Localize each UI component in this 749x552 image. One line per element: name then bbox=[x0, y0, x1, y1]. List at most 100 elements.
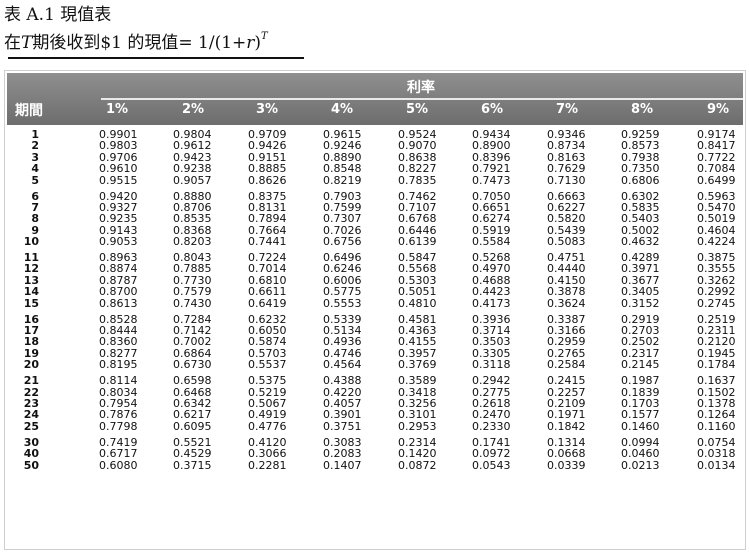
value-cell: 0.7350 bbox=[621, 162, 660, 176]
subtitle-middle: 期後收到$1 的現值= 1/(1+ bbox=[32, 33, 247, 53]
table-row: 50 0.6080 0.3715 0.2281 0.1407 0.0872 0.0543 0.… bbox=[7, 458, 743, 472]
value-cell: 0.2584 bbox=[547, 358, 586, 372]
value-cell: 0.3751 bbox=[323, 419, 362, 433]
value-cell: 0.2953 bbox=[398, 419, 437, 433]
value-cell: 0.7473 bbox=[472, 173, 511, 187]
table-row: 10 0.9053 0.8203 0.7441 0.6756 0.6139 0.5584 0.… bbox=[7, 235, 743, 249]
table-row: 40 0.6717 0.4529 0.3066 0.2083 0.1420 0.0972 0.… bbox=[7, 447, 743, 461]
value-cell: 0.0318 bbox=[697, 447, 736, 461]
table-caption: 表 A.1 現值表 在T期後收到$1 的現值= 1/(1+r)T bbox=[4, 4, 268, 54]
value-cell: 0.8548 bbox=[323, 162, 362, 176]
period-cell: 50 bbox=[23, 458, 39, 472]
period-cell: 4 bbox=[31, 162, 39, 176]
value-cell: 0.9238 bbox=[173, 162, 212, 176]
value-cell: 0.6611 bbox=[248, 285, 287, 299]
value-cell: 0.4529 bbox=[173, 447, 212, 461]
value-cell: 0.4810 bbox=[398, 296, 437, 310]
value-cell: 0.7921 bbox=[472, 162, 511, 176]
value-cell: 0.8219 bbox=[323, 173, 362, 187]
value-cell: 0.6419 bbox=[248, 296, 287, 310]
value-cell: 0.4173 bbox=[472, 296, 511, 310]
period-cell: 21 bbox=[23, 374, 39, 388]
value-cell: 0.3715 bbox=[173, 458, 212, 472]
value-cell: 0.0543 bbox=[472, 458, 511, 472]
value-cell: 0.0972 bbox=[472, 447, 511, 461]
rate-header-5: 5% bbox=[405, 102, 429, 117]
rate-header-2: 2% bbox=[181, 102, 205, 117]
value-cell: 0.8885 bbox=[248, 162, 287, 176]
value-cell: 0.3589 bbox=[398, 374, 437, 388]
value-cell: 0.4423 bbox=[472, 285, 511, 299]
value-cell: 0.8114 bbox=[99, 374, 138, 388]
value-cell: 0.5775 bbox=[323, 285, 362, 299]
table-title: 表 A.1 現值表 bbox=[4, 5, 112, 25]
value-cell: 0.7084 bbox=[697, 162, 736, 176]
table-header: 利率 期間 1% 2% 3% 4% 5% 6% 7% 8% 9% bbox=[7, 73, 743, 125]
period-cell: 20 bbox=[23, 358, 39, 372]
value-cell: 0.1784 bbox=[697, 358, 736, 372]
rate-header-1: 1% bbox=[105, 102, 129, 117]
value-cell: 0.4224 bbox=[697, 235, 736, 249]
value-cell: 0.5537 bbox=[248, 358, 287, 372]
value-cell: 0.9515 bbox=[99, 173, 138, 187]
value-cell: 0.0213 bbox=[621, 458, 660, 472]
value-cell: 0.3769 bbox=[398, 358, 437, 372]
table-row: 20 0.8195 0.6730 0.5537 0.4564 0.3769 0.3118 0.… bbox=[7, 358, 743, 372]
value-cell: 0.0872 bbox=[398, 458, 437, 472]
period-label: 期間 bbox=[15, 103, 43, 119]
value-cell: 0.2992 bbox=[697, 285, 736, 299]
value-cell: 0.6080 bbox=[99, 458, 138, 472]
value-cell: 0.9053 bbox=[99, 235, 138, 249]
period-cell: 14 bbox=[23, 285, 39, 299]
value-cell: 0.7835 bbox=[398, 173, 437, 187]
rate-header-4: 4% bbox=[330, 102, 354, 117]
value-cell: 0.1842 bbox=[547, 419, 586, 433]
table-body: 1 0.9901 0.9804 0.9709 0.9615 0.9524 0.9434 0.9… bbox=[7, 129, 743, 471]
rate-header-6: 6% bbox=[480, 102, 504, 117]
value-cell: 0.8203 bbox=[173, 235, 212, 249]
value-cell: 0.1160 bbox=[697, 419, 736, 433]
value-cell: 0.8195 bbox=[99, 358, 138, 372]
period-cell: 40 bbox=[23, 447, 39, 461]
period-cell: 10 bbox=[23, 235, 39, 249]
table-row: 14 0.8700 0.7579 0.6611 0.5775 0.5051 0.4423 0.… bbox=[7, 285, 743, 299]
value-cell: 0.5584 bbox=[472, 235, 511, 249]
value-cell: 0.4388 bbox=[323, 374, 362, 388]
header-divider bbox=[101, 98, 743, 100]
value-cell: 0.1460 bbox=[621, 419, 660, 433]
value-cell: 0.7629 bbox=[547, 162, 586, 176]
value-cell: 0.3405 bbox=[621, 285, 660, 299]
value-cell: 0.1407 bbox=[323, 458, 362, 472]
value-cell: 0.7798 bbox=[99, 419, 138, 433]
caption-underline bbox=[8, 57, 304, 59]
value-cell: 0.2083 bbox=[323, 447, 362, 461]
value-cell: 0.6598 bbox=[173, 374, 212, 388]
value-cell: 0.5553 bbox=[323, 296, 362, 310]
value-cell: 0.6756 bbox=[323, 235, 362, 249]
value-cell: 0.5051 bbox=[398, 285, 437, 299]
rate-header-3: 3% bbox=[255, 102, 279, 117]
value-cell: 0.2145 bbox=[621, 358, 660, 372]
period-cell: 15 bbox=[23, 296, 39, 310]
value-cell: 0.3118 bbox=[472, 358, 511, 372]
table-row: 8 0.9235 0.8535 0.7894 0.7307 0.6768 0.6274 0.5… bbox=[7, 213, 743, 225]
value-cell: 0.3066 bbox=[248, 447, 287, 461]
value-cell: 0.9610 bbox=[99, 162, 138, 176]
value-cell: 0.0339 bbox=[547, 458, 586, 472]
period-cell: 25 bbox=[23, 419, 39, 433]
table-row: 25 0.7798 0.6095 0.4776 0.3751 0.2953 0.2330 0.… bbox=[7, 419, 743, 433]
value-cell: 0.2942 bbox=[472, 374, 511, 388]
value-cell: 0.7430 bbox=[173, 296, 212, 310]
table-row: 5 0.9515 0.9057 0.8626 0.8219 0.7835 0.7473 0.7… bbox=[7, 173, 743, 187]
value-cell: 0.6806 bbox=[621, 173, 660, 187]
value-cell: 0.4776 bbox=[248, 419, 287, 433]
value-cell: 0.6139 bbox=[398, 235, 437, 249]
table-row: 21 0.8114 0.6598 0.5375 0.4388 0.3589 0.2942 0.… bbox=[7, 374, 743, 388]
period-cell: 5 bbox=[31, 173, 39, 187]
value-cell: 0.8227 bbox=[398, 162, 437, 176]
value-cell: 0.6717 bbox=[99, 447, 138, 461]
value-cell: 0.2415 bbox=[547, 374, 586, 388]
value-cell: 0.1637 bbox=[697, 374, 736, 388]
table-row: 15 0.8613 0.7430 0.6419 0.5553 0.4810 0.4173 0.… bbox=[7, 296, 743, 310]
value-cell: 0.9057 bbox=[173, 173, 212, 187]
